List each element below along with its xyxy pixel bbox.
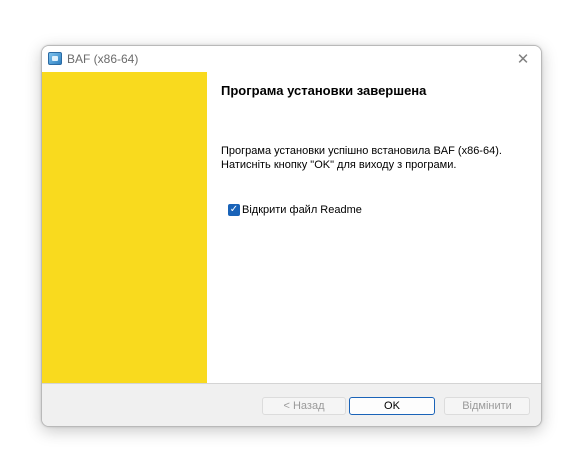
wizard-banner-panel — [42, 72, 207, 383]
page-title: Програма установки завершена — [221, 83, 427, 98]
installer-window: BAF (x86-64) ✕ Програма установки заверш… — [41, 45, 542, 427]
open-readme-option[interactable]: ✓ Відкрити файл Readme — [228, 204, 362, 216]
open-readme-label[interactable]: Відкрити файл Readme — [242, 204, 362, 216]
checkmark-icon: ✓ — [229, 204, 239, 215]
installer-app-icon — [48, 52, 62, 65]
back-button[interactable]: < Назад — [262, 397, 346, 415]
wizard-content: Програма установки завершена Програма ус… — [207, 72, 541, 383]
close-icon: ✕ — [516, 51, 530, 68]
ok-button[interactable]: OK — [349, 397, 435, 415]
button-bar: < Назад OK Відмінити — [42, 384, 541, 426]
cancel-button[interactable]: Відмінити — [444, 397, 530, 415]
completion-message-line2: Натисніть кнопку "OK" для виходу з прогр… — [221, 159, 457, 171]
close-button[interactable]: ✕ — [505, 46, 541, 72]
title-bar[interactable]: BAF (x86-64) ✕ — [42, 46, 541, 72]
completion-message-line1: Програма установки успішно встановила BA… — [221, 145, 502, 157]
open-readme-checkbox[interactable]: ✓ — [228, 204, 240, 216]
window-title: BAF (x86-64) — [67, 52, 139, 66]
